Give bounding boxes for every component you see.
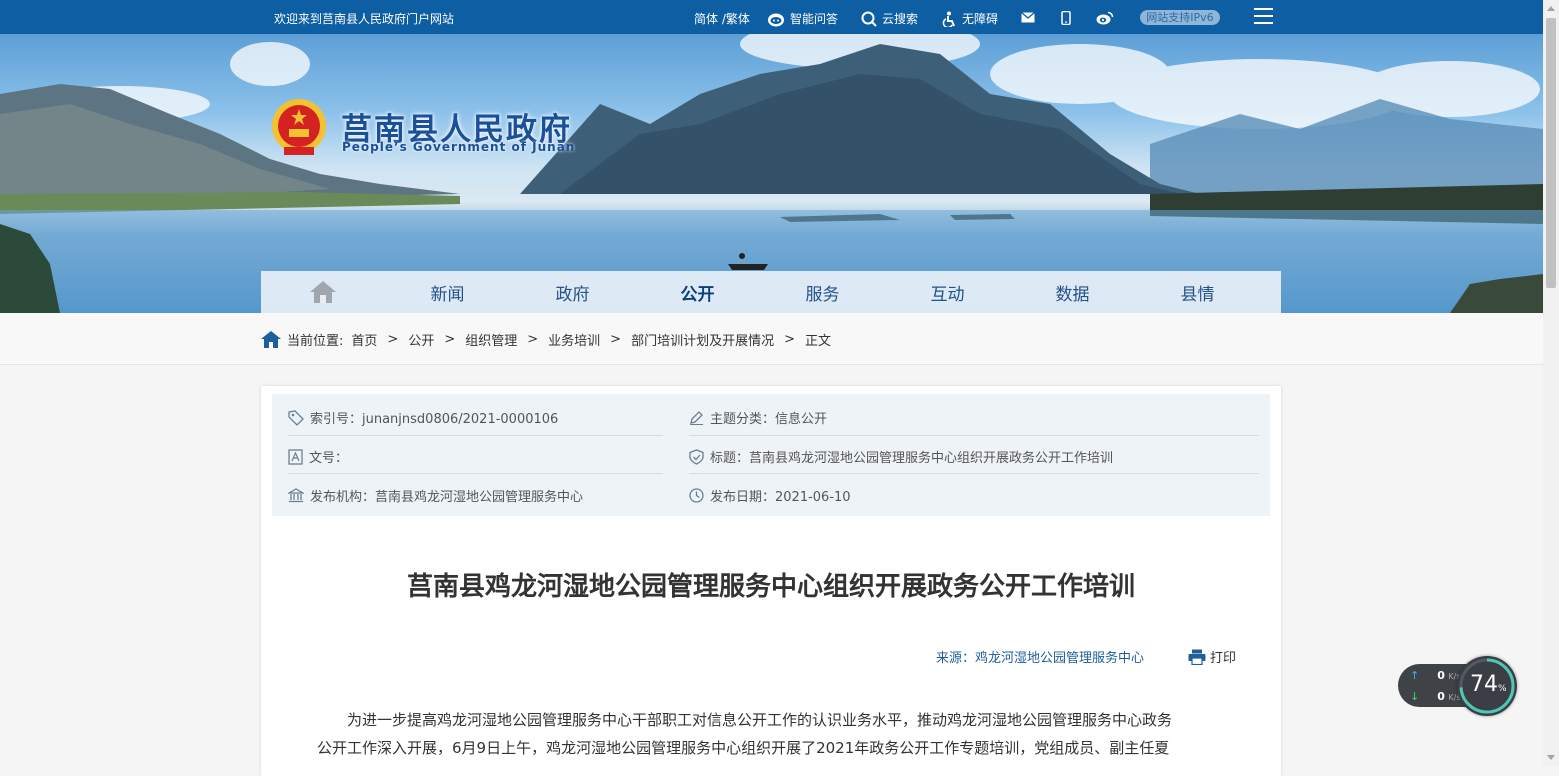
banner: 莒南县人民政府 People’s Government of Junan 新闻 …	[0, 34, 1543, 313]
weibo-icon[interactable]	[1096, 11, 1114, 25]
article-paragraph-line: 为进一步提高鸡龙河湿地公园管理服务中心干部职工对信息公开工作的认识业务水平，推动…	[347, 711, 1173, 729]
article-title: 莒南县鸡龙河湿地公园管理服务中心组织开展政务公开工作培训	[406, 572, 1135, 602]
article-source: 来源：鸡龙河湿地公园管理服务中心	[936, 651, 1145, 666]
nav-service[interactable]: 服务	[760, 280, 885, 305]
meta-index-text: 索引号：junanjnsd0806/2021-0000106	[310, 412, 559, 427]
divider	[689, 473, 1259, 474]
main-nav: 新闻 政府 公开 服务 互动 数据 县情	[261, 271, 1281, 313]
breadcrumb-training[interactable]: 业务培训	[548, 330, 600, 349]
smart-qa-label: 智能问答	[790, 12, 839, 26]
breadcrumb-bar: 当前位置: 首页 > 公开 > 组织管理 > 业务培训 > 部门培训计划及开展情…	[0, 313, 1543, 365]
breadcrumb-separator: >	[444, 332, 456, 347]
gauge-value: 74	[1470, 672, 1498, 697]
pencil-icon	[690, 411, 703, 425]
clock-icon	[689, 488, 704, 503]
smart-qa-button[interactable]: 智能问答	[767, 10, 838, 27]
home-icon	[261, 331, 281, 348]
scroll-up-arrow[interactable]	[1547, 6, 1555, 11]
breadcrumb-label: 当前位置:	[287, 334, 344, 349]
vertical-scrollbar[interactable]	[1543, 0, 1559, 766]
breadcrumb-separator: >	[387, 332, 399, 347]
article-card: 索引号：junanjnsd0806/2021-0000106 主题分类：信息公开…	[261, 386, 1281, 776]
accessibility-label: 无障碍	[962, 12, 999, 26]
arrow-up-icon: ↑	[1410, 669, 1420, 682]
meta-doc-no: 文号：	[288, 447, 348, 466]
shield-icon	[689, 448, 704, 465]
scroll-down-arrow[interactable]	[1547, 755, 1555, 760]
top-bar: 欢迎来到莒南县人民政府门户网站 简体 /繁体 智能问答 云搜索 无障碍 网站支持…	[0, 0, 1543, 34]
scrollbar-thumb[interactable]	[1546, 18, 1556, 288]
meta-publisher-text: 发布机构：莒南县鸡龙河湿地公园管理服务中心	[310, 490, 584, 505]
cloud-search-label: 云搜索	[882, 12, 919, 26]
mail-icon[interactable]	[1021, 12, 1035, 23]
breadcrumb-open[interactable]: 公开	[408, 330, 434, 349]
nav-interaction[interactable]: 互动	[885, 280, 1010, 305]
divider	[689, 435, 1259, 436]
nav-government[interactable]: 政府	[510, 280, 635, 305]
arrow-down-icon: ↓	[1410, 690, 1420, 703]
meta-title: 标题：莒南县鸡龙河湿地公园管理服务中心组织开展政务公开工作培训	[689, 447, 1113, 466]
download-speed: ↓ 0 K/s	[1410, 690, 1460, 703]
robot-icon	[768, 13, 784, 26]
national-emblem-icon	[272, 99, 326, 155]
nav-home[interactable]	[261, 281, 385, 303]
ipv6-badge: 网站支持IPv6	[1140, 10, 1220, 25]
meta-category-text: 主题分类：信息公开	[710, 412, 828, 427]
document-icon	[288, 448, 303, 465]
breadcrumb-separator: >	[527, 332, 539, 347]
breadcrumb-separator: >	[784, 332, 795, 347]
breadcrumb-current: 正文	[805, 334, 832, 349]
tag-icon	[288, 409, 304, 426]
print-label: 打印	[1210, 651, 1237, 666]
breadcrumb-training-plans[interactable]: 部门培训计划及开展情况	[631, 330, 774, 349]
printer-icon	[1188, 649, 1206, 665]
nav-county-info[interactable]: 县情	[1135, 280, 1260, 305]
nav-open[interactable]: 公开	[635, 280, 760, 305]
breadcrumb: 当前位置: 首页 > 公开 > 组织管理 > 业务培训 > 部门培训计划及开展情…	[261, 330, 831, 349]
upload-speed: ↑ 0 K/s	[1410, 669, 1460, 682]
welcome-text: 欢迎来到莒南县人民政府门户网站	[274, 12, 455, 26]
meta-table: 索引号：junanjnsd0806/2021-0000106 主题分类：信息公开…	[272, 394, 1270, 516]
breadcrumb-home[interactable]: 首页	[351, 330, 377, 349]
nav-news[interactable]: 新闻	[385, 280, 510, 305]
meta-publisher: 发布机构：莒南县鸡龙河湿地公园管理服务中心	[288, 486, 583, 505]
accessibility-icon	[942, 11, 955, 27]
meta-title-text: 标题：莒南县鸡龙河湿地公园管理服务中心组织开展政务公开工作培训	[710, 451, 1114, 466]
breadcrumb-separator: >	[610, 332, 622, 347]
gauge-percent-sign: %	[1498, 684, 1507, 694]
home-icon	[310, 281, 336, 303]
upload-value: 0	[1437, 669, 1445, 682]
meta-category: 主题分类：信息公开	[689, 408, 827, 427]
site-subtitle: People’s Government of Junan	[342, 140, 576, 154]
breadcrumb-org-management[interactable]: 组织管理	[465, 330, 517, 349]
language-toggle[interactable]: 简体 /繁体	[694, 10, 750, 27]
meta-index: 索引号：junanjnsd0806/2021-0000106	[288, 408, 558, 427]
cloud-search-button[interactable]: 云搜索	[861, 10, 918, 27]
divider	[288, 435, 663, 436]
print-button[interactable]: 打印	[1188, 647, 1236, 666]
memory-gauge[interactable]: 74%	[1457, 656, 1517, 716]
accessibility-button[interactable]: 无障碍	[941, 10, 998, 27]
nav-data[interactable]: 数据	[1010, 280, 1135, 305]
divider	[288, 473, 663, 474]
meta-doc-no-text: 文号：	[309, 451, 349, 466]
meta-date-text: 发布日期：2021-06-10	[710, 490, 851, 505]
download-value: 0	[1437, 690, 1445, 703]
menu-icon[interactable]	[1254, 8, 1273, 25]
article-paragraph-line: 公开工作深入开展，6月9日上午，鸡龙河湿地公园管理服务中心组织开展了2021年政…	[317, 739, 1170, 757]
meta-date: 发布日期：2021-06-10	[689, 486, 851, 505]
building-icon	[288, 488, 304, 503]
mobile-icon[interactable]	[1061, 11, 1071, 25]
search-icon	[861, 11, 877, 27]
